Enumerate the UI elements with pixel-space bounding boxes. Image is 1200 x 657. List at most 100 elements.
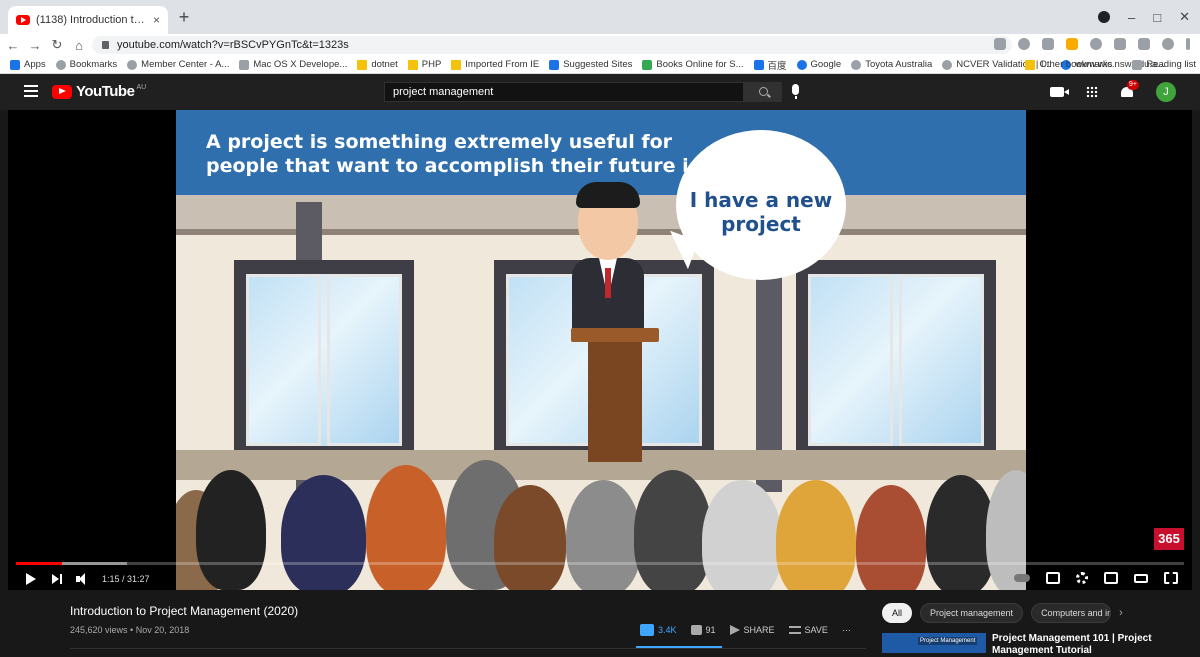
speech-bubble-text: I have a new project — [676, 188, 846, 236]
bookmark-google[interactable]: Google — [796, 59, 841, 70]
close-window-icon[interactable]: ✕ — [1179, 9, 1190, 25]
video-details: Introduction to Project Management (2020… — [0, 590, 1200, 656]
windows-icon — [642, 59, 653, 70]
folder-icon — [357, 59, 368, 70]
recommended-title[interactable]: Project Management 101 | Project Managem… — [992, 633, 1192, 657]
bookmark-dotnet[interactable]: dotnet — [357, 59, 398, 70]
like-count: 3.4K — [658, 625, 677, 635]
bookmark-php[interactable]: PHP — [407, 59, 441, 70]
reading-mode-icon[interactable] — [1138, 38, 1150, 50]
extension-icon[interactable] — [1042, 38, 1054, 50]
speaker-tie — [605, 268, 611, 298]
chip-computers[interactable]: Computers and in — [1031, 603, 1112, 623]
home-icon[interactable]: ⌂ — [70, 38, 88, 53]
reload-icon[interactable]: ↻ — [48, 37, 66, 53]
bubble-line-1: I have a new — [689, 188, 833, 212]
miniplayer-icon[interactable] — [1104, 572, 1118, 584]
video-title: Introduction to Project Management (2020… — [70, 604, 299, 618]
theater-mode-icon[interactable] — [1134, 573, 1148, 583]
window-illustration — [796, 260, 996, 460]
browser-profile-icon[interactable] — [1098, 11, 1110, 23]
save-button[interactable]: SAVE — [788, 625, 828, 635]
bookmark-member-center[interactable]: Member Center - A... — [127, 59, 229, 70]
recommended-thumbnail[interactable]: Project Management — [882, 633, 986, 653]
player-controls-right — [1014, 572, 1178, 584]
install-icon[interactable] — [994, 38, 1006, 50]
extension-icon[interactable] — [1090, 38, 1102, 50]
more-actions-button[interactable]: ··· — [842, 625, 851, 635]
share-arrow-icon — [729, 625, 740, 635]
avatar[interactable]: J — [1156, 82, 1176, 102]
chip-project-management[interactable]: Project management — [920, 603, 1024, 623]
window-illustration — [234, 260, 414, 460]
playlist-add-icon — [788, 626, 801, 634]
volume-icon[interactable] — [76, 573, 90, 585]
search-input[interactable]: project management — [384, 82, 744, 102]
bookmark-apps[interactable]: Apps — [10, 59, 46, 70]
bookmark-baidu[interactable]: 百度 — [753, 58, 787, 72]
chip-all[interactable]: All — [882, 603, 913, 623]
watermark-logo: 365 — [1154, 528, 1184, 550]
forward-arrow-icon[interactable]: → — [26, 38, 44, 53]
dislike-count: 91 — [705, 625, 716, 635]
search-button[interactable] — [744, 82, 782, 102]
chips-next-icon[interactable]: › — [1119, 607, 1123, 619]
progress-bar[interactable] — [16, 562, 1184, 565]
settings-gear-icon[interactable] — [1076, 572, 1088, 584]
restore-icon[interactable]: □ — [1153, 10, 1161, 25]
extension-icon[interactable] — [1066, 38, 1078, 50]
play-icon[interactable] — [26, 573, 36, 585]
profile-avatar-icon[interactable] — [1162, 38, 1174, 50]
fullscreen-icon[interactable] — [1164, 572, 1178, 584]
star-icon[interactable] — [1018, 38, 1030, 50]
next-icon[interactable] — [52, 574, 62, 584]
new-tab-button[interactable]: + — [174, 8, 194, 28]
browser-tab[interactable]: (1138) Introduction to Project M × — [8, 6, 168, 34]
save-label: SAVE — [804, 625, 828, 635]
youtube-wordmark: YouTube — [76, 83, 135, 100]
banner-line-2: people that want to accomplish their fut… — [206, 155, 740, 177]
menu-icon[interactable] — [24, 85, 38, 97]
folder-icon — [1025, 59, 1036, 70]
banner-line-1: A project is something extremely useful … — [206, 131, 673, 153]
apps-grid-icon[interactable] — [1086, 86, 1098, 98]
youtube-header: YouTube AU project management 9+ J — [0, 74, 1200, 110]
other-bookmarks[interactable]: Other bookmarks — [1025, 59, 1112, 70]
tab-close-button[interactable]: × — [153, 13, 160, 27]
reading-list[interactable]: Reading list — [1132, 59, 1196, 70]
bookmark-toyota[interactable]: Toyota Australia — [851, 59, 932, 70]
microphone-icon[interactable] — [792, 84, 799, 99]
baidu-icon — [753, 59, 764, 70]
share-button[interactable]: SHARE — [729, 625, 775, 635]
minimize-icon[interactable]: – — [1128, 10, 1135, 25]
notifications-bell-icon[interactable]: 9+ — [1120, 80, 1139, 99]
bookmark-imported[interactable]: Imported From IE — [451, 59, 539, 70]
bookmark-suggested[interactable]: Suggested Sites — [549, 59, 632, 70]
video-banner-text: A project is something extremely useful … — [206, 130, 739, 178]
puzzle-icon[interactable] — [1114, 38, 1126, 50]
bookmark-mac-os[interactable]: Mac OS X Develope... — [239, 59, 347, 70]
bookmark-books-online[interactable]: Books Online for S... — [642, 59, 744, 70]
google-icon — [796, 59, 807, 70]
video-frame: A project is something extremely useful … — [176, 110, 1026, 590]
divider — [70, 648, 866, 649]
player-controls: 1:15 / 31:27 — [8, 568, 1192, 590]
speaker-hair — [576, 182, 640, 208]
autoplay-toggle-icon[interactable] — [1014, 574, 1030, 582]
notification-badge: 9+ — [1127, 80, 1139, 90]
video-player[interactable]: A project is something extremely useful … — [8, 110, 1192, 590]
like-button[interactable]: 3.4K — [640, 624, 677, 636]
bookmark-bookmarks[interactable]: Bookmarks — [55, 59, 117, 70]
menu-dots-icon[interactable] — [1186, 38, 1190, 50]
back-arrow-icon[interactable]: ← — [4, 38, 22, 53]
youtube-logo[interactable]: YouTube AU — [52, 83, 146, 100]
captions-icon[interactable] — [1046, 572, 1060, 584]
bookmarks-bar: Apps Bookmarks Member Center - A... Mac … — [0, 56, 1200, 74]
browser-tab-bar: (1138) Introduction to Project M × + – □… — [0, 0, 1200, 34]
star-icon — [55, 59, 66, 70]
create-video-icon[interactable] — [1050, 87, 1069, 97]
bookmarks-right: Other bookmarks Reading list — [1015, 59, 1196, 70]
dislike-button[interactable]: 91 — [690, 625, 716, 635]
url-input[interactable]: youtube.com/watch?v=rBSCvPYGnTc&t=1323s — [92, 36, 1012, 54]
folder-icon — [407, 59, 418, 70]
